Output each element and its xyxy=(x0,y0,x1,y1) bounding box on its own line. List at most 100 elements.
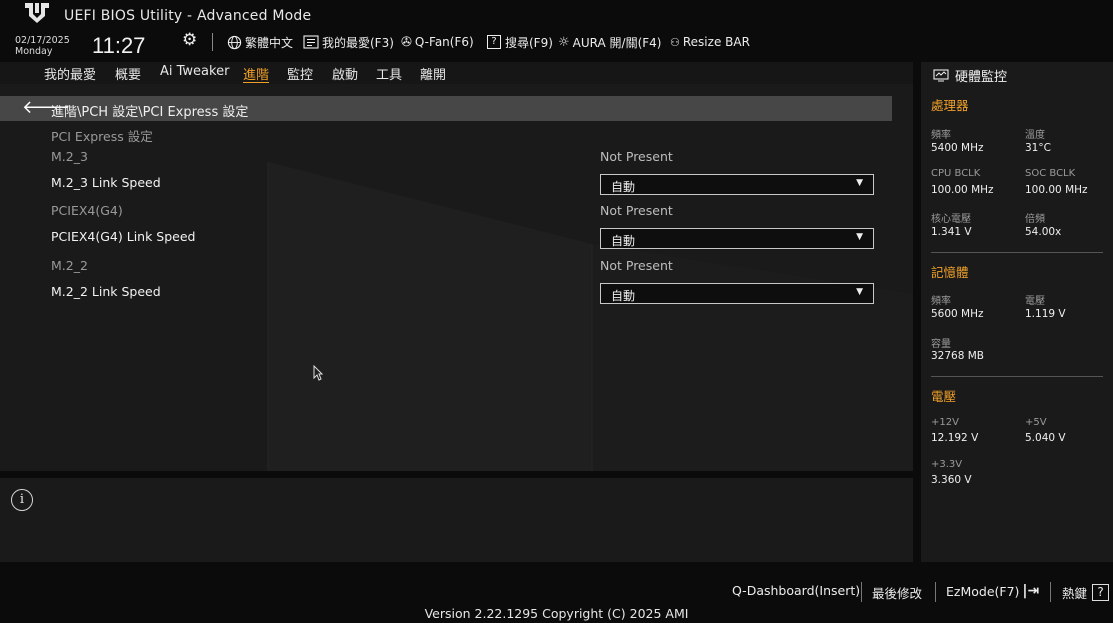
dropdown-caret-icon: ▼ xyxy=(856,178,863,188)
select-value: 自動 xyxy=(611,180,636,194)
qfan-button[interactable]: ✇ Q-Fan(F6) xyxy=(401,33,474,51)
tab-ai-tweaker[interactable]: Ai Tweaker xyxy=(160,64,229,79)
setting-label[interactable]: M.2_3 Link Speed xyxy=(51,175,161,190)
hardware-monitor-panel: 硬體監控 處理器 頻率 5400 MHz 溫度 31°C CPU BCLK 10… xyxy=(921,62,1113,562)
aura-toggle-button[interactable]: ☼ AURA 開/關(F4) xyxy=(558,33,661,51)
link-speed-select[interactable]: 自動 ▼ xyxy=(600,283,874,304)
soc-bclk-label: SOC BCLK xyxy=(1025,168,1076,179)
device-label: M.2_3 xyxy=(51,149,88,164)
section-divider xyxy=(931,252,1103,253)
footer-divider xyxy=(861,582,862,602)
resize-bar-icon: ⚇ xyxy=(670,35,680,49)
weekday-text: Monday xyxy=(15,46,53,57)
ratio-value: 54.00x xyxy=(1025,226,1062,238)
cpu-section-title: 處理器 xyxy=(931,98,969,113)
app-title: UEFI BIOS Utility - Advanced Mode xyxy=(64,8,312,24)
ezmode-button[interactable]: EzMode(F7) |⇥ xyxy=(946,583,1039,599)
device-label: PCIEX4(G4) xyxy=(51,203,123,218)
version-text: Version 2.22.1295 Copyright (C) 2025 AMI xyxy=(424,606,689,621)
language-label: 繁體中文 xyxy=(245,35,294,50)
monitor-icon xyxy=(933,69,949,82)
mem-freq-value: 5600 MHz xyxy=(931,308,984,320)
cpu-temp-value: 31°C xyxy=(1025,142,1051,154)
gear-icon[interactable]: ⚙ xyxy=(182,30,197,50)
cpu-freq-label: 頻率 xyxy=(931,130,951,141)
exit-arrow-icon: |⇥ xyxy=(1022,583,1040,599)
setting-label[interactable]: M.2_2 Link Speed xyxy=(51,284,161,299)
help-search-icon: ? xyxy=(487,35,501,49)
breadcrumb-path: 進階\PCH 設定\PCI Express 設定 xyxy=(51,105,249,120)
q-dashboard-button[interactable]: Q-Dashboard(Insert) xyxy=(732,583,860,598)
select-value: 自動 xyxy=(611,234,636,248)
device-status: Not Present xyxy=(600,258,673,273)
v33-value: 3.360 V xyxy=(931,474,972,486)
dropdown-caret-icon: ▼ xyxy=(856,232,863,242)
section-title: PCI Express 設定 xyxy=(51,129,153,144)
tab-boot[interactable]: 啟動 xyxy=(332,64,358,83)
tab-tool[interactable]: 工具 xyxy=(376,64,402,83)
clock-time: 11:27 xyxy=(92,33,146,58)
section-divider xyxy=(931,376,1103,377)
mem-freq-label: 頻率 xyxy=(931,296,951,307)
tab-my-favorites[interactable]: 我的最愛 xyxy=(44,64,96,83)
search-button[interactable]: ? 搜尋(F9) xyxy=(487,33,553,51)
voltage-section-title: 電壓 xyxy=(931,389,957,404)
device-status: Not Present xyxy=(600,203,673,218)
mem-volt-value: 1.119 V xyxy=(1025,308,1066,320)
tab-main[interactable]: 概要 xyxy=(115,64,141,83)
cpu-temp-label: 溫度 xyxy=(1025,130,1045,141)
setting-label[interactable]: PCIEX4(G4) Link Speed xyxy=(51,229,196,244)
favorites-list-icon xyxy=(303,35,319,49)
aura-label: AURA 開/關(F4) xyxy=(572,35,662,50)
help-panel: i xyxy=(0,478,913,562)
dropdown-caret-icon: ▼ xyxy=(856,287,863,297)
date-text: 02/17/2025 xyxy=(15,35,70,46)
qfan-label: Q-Fan(F6) xyxy=(414,35,474,49)
main-tab-bar: 我的最愛 概要 Ai Tweaker 進階 監控 啟動 工具 離開 xyxy=(0,62,913,84)
ratio-label: 倍頻 xyxy=(1025,214,1045,225)
hw-monitor-title: 硬體監控 xyxy=(955,70,1008,85)
aura-light-icon: ☼ xyxy=(558,34,570,50)
question-mark-icon: ? xyxy=(1092,584,1110,601)
hotkeys-button[interactable]: 熱鍵 ? xyxy=(1062,583,1110,602)
language-button[interactable]: 繁體中文 xyxy=(227,33,293,51)
mem-capacity-label: 容量 xyxy=(931,339,951,350)
device-label: M.2_2 xyxy=(51,258,88,273)
globe-icon xyxy=(227,35,242,49)
tab-exit[interactable]: 離開 xyxy=(420,64,446,83)
resize-bar-button[interactable]: ⚇ Resize BAR xyxy=(670,33,750,51)
tab-advanced[interactable]: 進階 xyxy=(243,64,269,83)
footer-divider xyxy=(935,582,936,602)
cpu-freq-value: 5400 MHz xyxy=(931,142,984,154)
resize-bar-label: Resize BAR xyxy=(682,35,750,49)
my-favorites-label: 我的最愛(F3) xyxy=(322,35,394,50)
my-favorites-button[interactable]: 我的最愛(F3) xyxy=(303,33,394,51)
v12-value: 12.192 V xyxy=(931,432,979,444)
date-display: 02/17/2025 Monday xyxy=(15,35,70,57)
link-speed-select[interactable]: 自動 ▼ xyxy=(600,174,874,195)
footer-divider xyxy=(1050,582,1051,602)
v12-label: +12V xyxy=(931,417,959,428)
vcore-label: 核心電壓 xyxy=(931,214,971,225)
header-divider xyxy=(212,33,213,51)
device-status: Not Present xyxy=(600,149,673,164)
fan-icon: ✇ xyxy=(401,34,412,50)
mem-capacity-value: 32768 MB xyxy=(931,350,985,362)
v5-value: 5.040 V xyxy=(1025,432,1066,444)
last-modified-button[interactable]: 最後修改 xyxy=(872,583,922,602)
hw-monitor-header: 硬體監控 xyxy=(933,66,1007,85)
v5-label: +5V xyxy=(1025,417,1047,428)
link-speed-select[interactable]: 自動 ▼ xyxy=(600,228,874,249)
footer-bar: Q-Dashboard(Insert) 最後修改 EzMode(F7) |⇥ 熱… xyxy=(0,562,1113,623)
hotkeys-label: 熱鍵 xyxy=(1062,586,1088,601)
v33-label: +3.3V xyxy=(931,459,963,470)
vcore-value: 1.341 V xyxy=(931,226,972,238)
tab-monitor[interactable]: 監控 xyxy=(287,64,313,83)
cpu-bclk-value: 100.00 MHz xyxy=(931,184,994,196)
help-divider xyxy=(0,471,913,478)
ezmode-label: EzMode(F7) xyxy=(946,583,1020,599)
mem-volt-label: 電壓 xyxy=(1025,296,1045,307)
memory-section-title: 記憶體 xyxy=(931,265,969,280)
search-label: 搜尋(F9) xyxy=(505,35,553,50)
soc-bclk-value: 100.00 MHz xyxy=(1025,184,1088,196)
